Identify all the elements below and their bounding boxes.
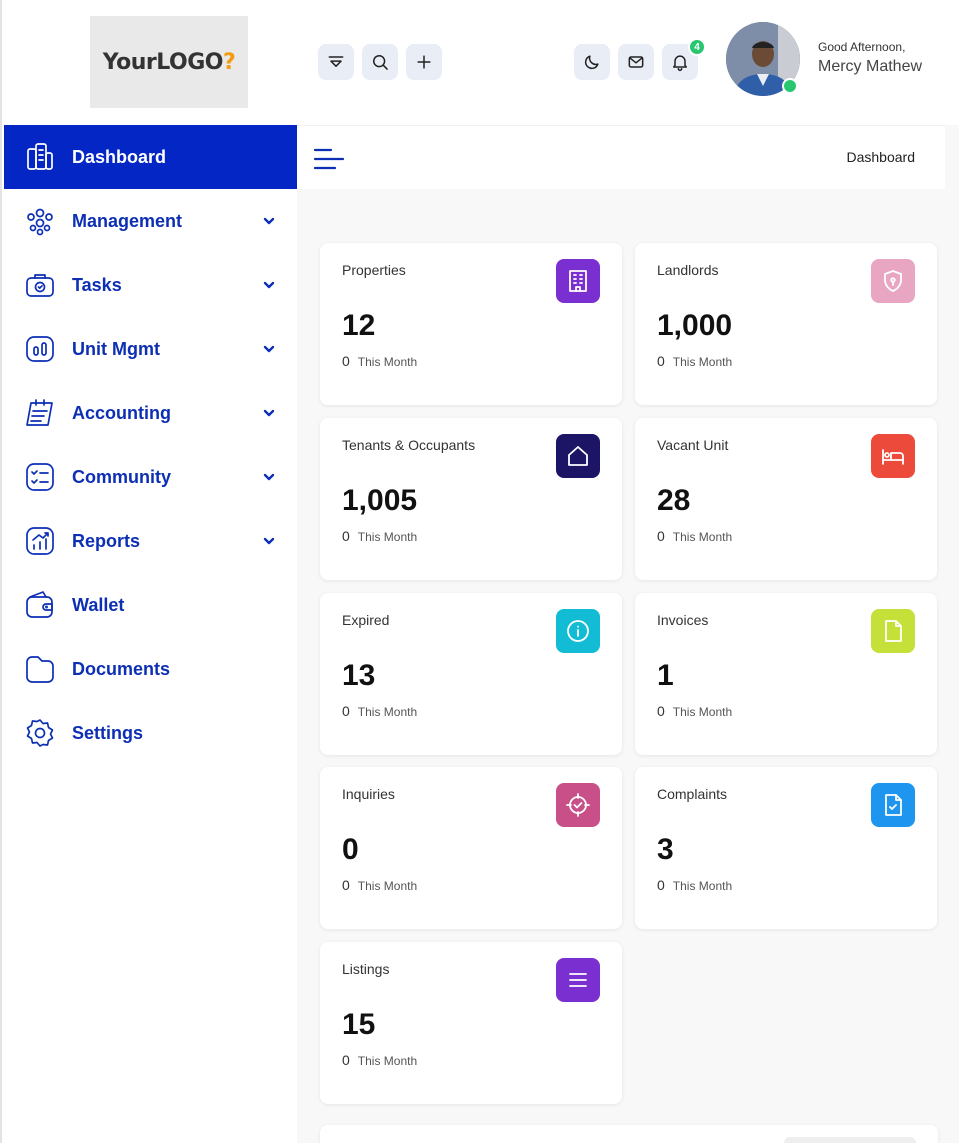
chart-icon — [24, 525, 56, 557]
chevron-down-icon[interactable] — [262, 342, 276, 356]
bed-icon — [871, 434, 915, 478]
card-value: 13 — [342, 659, 376, 692]
card-subtext: 0 This Month — [342, 877, 418, 893]
stat-card-inquiries[interactable]: Inquiries 0 0 This Month — [320, 767, 622, 929]
card-subtext: 0 This Month — [342, 528, 418, 544]
card-subtext: 0 This Month — [657, 877, 733, 893]
shield-icon — [871, 259, 915, 303]
card-title: Landlords — [657, 262, 719, 278]
stat-card-tenants[interactable]: Tenants & Occupants 1,005 0 This Month — [320, 418, 622, 580]
chevron-down-icon[interactable] — [262, 470, 276, 484]
card-title: Properties — [342, 262, 406, 278]
sidebar-item-documents[interactable]: Documents — [4, 637, 298, 701]
stat-card-properties[interactable]: Properties 12 0 This Month — [320, 243, 622, 405]
card-value: 0 — [342, 833, 359, 866]
sidebar-item-reports[interactable]: Reports — [4, 509, 298, 573]
chevron-down-icon[interactable] — [262, 278, 276, 292]
notifications-button[interactable]: 4 — [662, 38, 706, 80]
moon-icon — [584, 55, 599, 70]
content-header: Dashboard — [297, 125, 945, 189]
card-title: Tenants & Occupants — [342, 437, 476, 453]
sidebar-item-dashboard[interactable]: Dashboard — [4, 125, 298, 189]
next-section-card — [320, 1125, 938, 1143]
info-icon — [556, 609, 600, 653]
card-title: Vacant Unit — [657, 437, 729, 453]
stat-card-complaints[interactable]: Complaints 3 0 This Month — [635, 767, 937, 929]
card-value: 1,005 — [342, 484, 418, 517]
card-title: Inquiries — [342, 786, 395, 802]
sidebar-item-management[interactable]: Management — [4, 189, 298, 253]
doc-check-icon — [871, 783, 915, 827]
card-title: Listings — [342, 961, 390, 977]
unit-icon — [24, 333, 56, 365]
sidebar-item-accounting[interactable]: Accounting — [4, 381, 298, 445]
card-subtext: 0 This Month — [657, 353, 733, 369]
card-subtext: 0 This Month — [657, 703, 733, 719]
card-value: 1 — [657, 659, 674, 692]
sidebar-item-wallet[interactable]: Wallet — [4, 573, 298, 637]
card-value: 1,000 — [657, 309, 733, 342]
mail-icon — [628, 56, 644, 68]
top-header: YourLOGO? 4 Good Afternoon, Mercy Mathew — [0, 0, 959, 125]
filter-button[interactable] — [318, 44, 354, 80]
home-icon — [556, 434, 600, 478]
notification-count-badge: 4 — [688, 38, 706, 56]
building-icon — [556, 259, 600, 303]
bell-icon — [673, 55, 687, 72]
card-value: 28 — [657, 484, 691, 517]
card-value: 3 — [657, 833, 674, 866]
chevron-down-icon[interactable] — [262, 214, 276, 228]
stat-card-vacant-unit[interactable]: Vacant Unit 28 0 This Month — [635, 418, 937, 580]
sidebar-item-unit-mgmt[interactable]: Unit Mgmt — [4, 317, 298, 381]
hamburger-icon — [313, 148, 345, 170]
stat-card-listings[interactable]: Listings 15 0 This Month — [320, 942, 622, 1104]
online-status-dot — [782, 78, 798, 94]
gear-icon — [24, 717, 56, 749]
list-icon — [556, 958, 600, 1002]
target-icon — [556, 783, 600, 827]
chevron-down-icon[interactable] — [262, 534, 276, 548]
card-subtext: 0 This Month — [342, 353, 418, 369]
add-button[interactable] — [406, 44, 442, 80]
chevron-down-icon[interactable] — [262, 406, 276, 420]
sidebar-item-community[interactable]: Community — [4, 445, 298, 509]
stat-card-landlords[interactable]: Landlords 1,000 0 This Month — [635, 243, 937, 405]
card-title: Complaints — [657, 786, 728, 802]
wallet-icon — [24, 589, 56, 621]
sidebar-item-tasks[interactable]: Tasks — [4, 253, 298, 317]
search-button[interactable] — [362, 44, 398, 80]
card-title: Expired — [342, 612, 390, 628]
people-icon — [24, 205, 56, 237]
stat-card-expired[interactable]: Expired 13 0 This Month — [320, 593, 622, 755]
plus-icon — [417, 55, 431, 69]
card-subtext: 0 This Month — [657, 528, 733, 544]
stat-card-invoices[interactable]: Invoices 1 0 This Month — [635, 593, 937, 755]
sidebar: Dashboard Management Tasks Unit Mgmt Acc… — [0, 125, 298, 1143]
card-subtext: 0 This Month — [342, 703, 418, 719]
search-icon — [373, 55, 388, 70]
checklist-icon — [24, 461, 56, 493]
sidebar-item-settings[interactable]: Settings — [4, 701, 298, 765]
logo[interactable]: YourLOGO? — [90, 16, 248, 108]
card-value: 12 — [342, 309, 376, 342]
ledger-icon — [24, 397, 56, 429]
card-title: Invoices — [657, 612, 709, 628]
file-icon — [871, 609, 915, 653]
card-value: 15 — [342, 1008, 376, 1041]
user-name[interactable]: Mercy Mathew — [818, 58, 922, 76]
card-subtext: 0 This Month — [342, 1052, 418, 1068]
logo-text: YourLOGO? — [102, 49, 236, 75]
messages-button[interactable] — [618, 44, 654, 80]
briefcase-icon — [24, 269, 56, 301]
breadcrumb[interactable]: Dashboard — [847, 149, 916, 165]
dashboard-icon — [24, 141, 56, 173]
filter-icon — [328, 56, 344, 67]
menu-toggle-button[interactable] — [313, 146, 345, 172]
section-control[interactable] — [784, 1137, 916, 1143]
dark-mode-toggle[interactable] — [574, 44, 610, 80]
folder-icon — [24, 653, 56, 685]
greeting-text: Good Afternoon, — [818, 40, 906, 54]
